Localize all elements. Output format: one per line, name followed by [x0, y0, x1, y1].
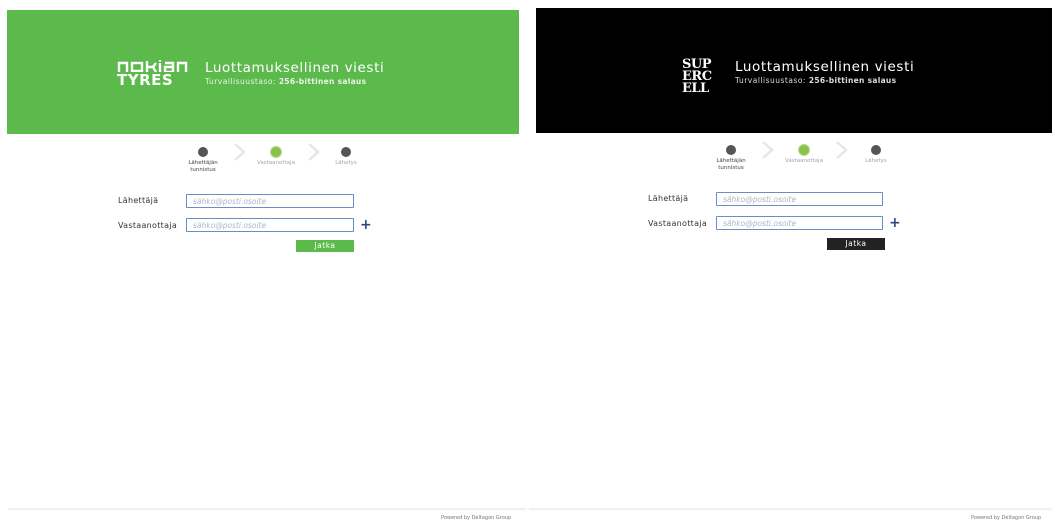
step-2-label: Vastaanottaja — [257, 160, 295, 166]
step-1-dot — [726, 145, 736, 155]
security-level-text: Turvallisuustaso: 256-bittinen salaus — [205, 77, 366, 86]
logo-line-3: ELL — [682, 81, 709, 96]
step-3-label: Lähetys — [865, 158, 887, 164]
page-title: Luottamuksellinen viesti — [205, 60, 385, 76]
supercell-logo: SUP ERC ELL — [682, 58, 712, 96]
step-1-label: Lähettäjän tunnistus — [188, 160, 218, 173]
chevron-right-icon — [234, 143, 246, 161]
footer-divider — [8, 508, 526, 511]
step-1-dot — [198, 147, 208, 157]
footer-powered-by: Powered by Deltagon Group — [441, 515, 512, 521]
step-3-dot — [871, 145, 881, 155]
chevron-right-icon — [836, 141, 848, 159]
sender-label: Lähettäjä — [118, 196, 159, 205]
security-level-value: 256-bittinen salaus — [808, 76, 897, 85]
step-2-dot — [799, 145, 809, 155]
step-1-label: Lähettäjän tunnistus — [716, 158, 746, 171]
add-recipient-icon[interactable]: + — [360, 218, 372, 232]
chevron-right-icon — [762, 141, 774, 159]
step-2-label: Vastaanottaja — [785, 158, 823, 164]
brand-header: TYRES Luottamuksellinen viesti Turvallis… — [7, 10, 519, 134]
recipient-email-input[interactable] — [716, 216, 883, 230]
security-level-text: Turvallisuustaso: 256-bittinen salaus — [735, 76, 896, 85]
security-level-prefix: Turvallisuustaso: — [735, 76, 806, 85]
logo-tyres-text: TYRES — [117, 71, 174, 89]
step-3-dot — [341, 147, 351, 157]
recipient-label: Vastaanottaja — [648, 219, 708, 228]
sender-email-input[interactable] — [716, 192, 883, 206]
nokian-panel: TYRES Luottamuksellinen viesti Turvallis… — [0, 0, 526, 522]
page-title: Luottamuksellinen viesti — [735, 59, 915, 75]
security-level-prefix: Turvallisuustaso: — [205, 77, 276, 86]
recipient-label: Vastaanottaja — [118, 221, 178, 230]
continue-button[interactable]: Jatka — [296, 240, 354, 252]
sender-label: Lähettäjä — [648, 194, 689, 203]
footer-divider — [529, 508, 1052, 511]
sender-email-input[interactable] — [186, 194, 354, 208]
continue-button[interactable]: Jatka — [827, 238, 885, 250]
brand-header: SUP ERC ELL Luottamuksellinen viesti Tur… — [536, 8, 1052, 133]
step-3-label: Lähetys — [335, 160, 357, 166]
supercell-panel: SUP ERC ELL Luottamuksellinen viesti Tur… — [527, 0, 1052, 522]
chevron-right-icon — [308, 143, 320, 161]
security-level-value: 256-bittinen salaus — [278, 77, 367, 86]
step-2-dot — [271, 147, 281, 157]
nokian-tyres-logo: TYRES — [117, 60, 189, 90]
recipient-email-input[interactable] — [186, 218, 354, 232]
footer-powered-by: Powered by Deltagon Group — [971, 515, 1042, 521]
add-recipient-icon[interactable]: + — [889, 216, 901, 230]
